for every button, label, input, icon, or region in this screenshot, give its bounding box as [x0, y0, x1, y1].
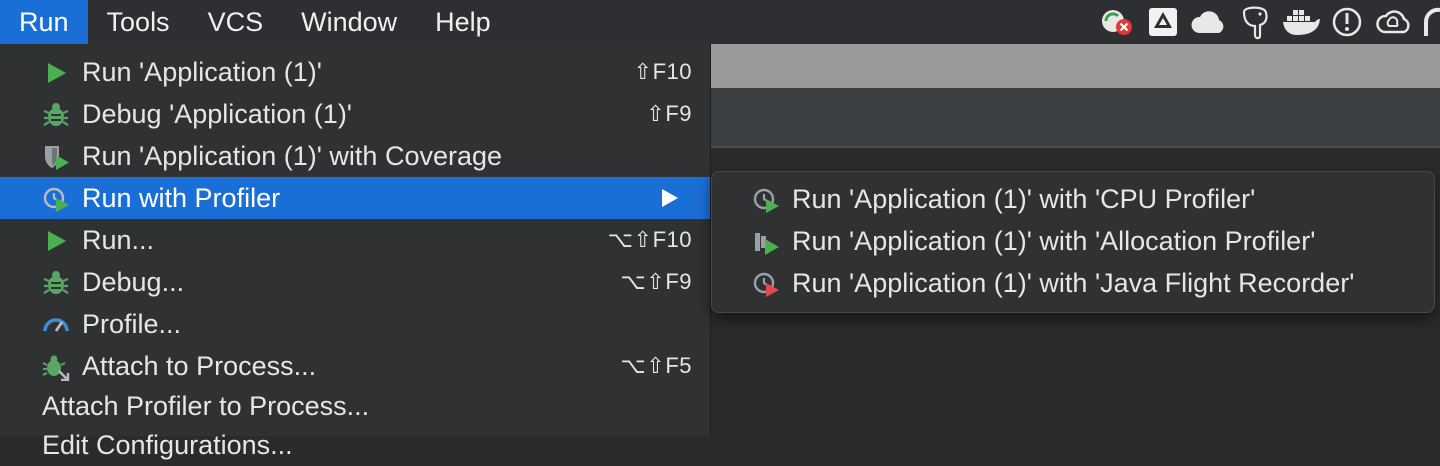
- menu-item-run-application[interactable]: Run 'Application (1)' ⇧F10: [0, 51, 710, 93]
- status-circle-icon[interactable]: [1326, 0, 1368, 44]
- menu-help[interactable]: Help: [416, 0, 510, 44]
- menu-item-debug-application[interactable]: Debug 'Application (1)' ⇧F9: [0, 93, 710, 135]
- run-icon: [48, 63, 66, 83]
- submenu-item-label: Run 'Application (1)' with 'Java Flight …: [792, 267, 1355, 298]
- google-drive-icon[interactable]: [1142, 0, 1184, 44]
- menu-item-label: Debug...: [82, 266, 185, 297]
- submenu-item-label: Run 'Application (1)' with 'CPU Profiler…: [792, 183, 1256, 214]
- creative-cloud-icon[interactable]: [1372, 0, 1414, 44]
- menu-item-label: Run...: [82, 224, 155, 255]
- menu-item-label: Run 'Application (1)' with Coverage: [82, 140, 503, 171]
- coverage-icon: [45, 146, 69, 170]
- submenu-item-label: Run 'Application (1)' with 'Allocation P…: [792, 225, 1316, 256]
- menu-vcs[interactable]: VCS: [189, 0, 283, 44]
- cloud-icon[interactable]: [1188, 0, 1230, 44]
- menu-tools[interactable]: Tools: [88, 0, 189, 44]
- sync-error-icon[interactable]: [1096, 0, 1138, 44]
- shortcut-label: ⇧F9: [646, 101, 692, 126]
- gauge-icon: [43, 318, 69, 332]
- run-icon: [48, 231, 66, 251]
- menu-item-label: Run 'Application (1)': [82, 56, 322, 87]
- menu-item-label: Profile...: [82, 308, 182, 339]
- submenu-item-java-flight-recorder[interactable]: Run 'Application (1)' with 'Java Flight …: [712, 262, 1434, 304]
- menu-item-label: Run with Profiler: [82, 182, 281, 213]
- attach-debug-icon: [42, 355, 70, 381]
- menu-window[interactable]: Window: [282, 0, 416, 44]
- menu-item-profile[interactable]: Profile...: [0, 303, 710, 345]
- menu-item-run-with-coverage[interactable]: Run 'Application (1)' with Coverage: [0, 135, 710, 177]
- shortcut-label: ⌥⇧F5: [620, 353, 692, 378]
- status-tray: [1092, 0, 1440, 44]
- debug-icon: [43, 271, 69, 294]
- menu-item-attach-to-process[interactable]: Attach to Process... ⌥⇧F5: [0, 345, 710, 387]
- run-menu: Run 'Application (1)' ⇧F10 Debug 'Applic…: [0, 44, 711, 460]
- docker-icon[interactable]: [1280, 0, 1322, 44]
- shortcut-label: ⌥⇧F9: [620, 269, 692, 294]
- menu-item-attach-profiler[interactable]: Attach Profiler to Process...: [0, 385, 710, 427]
- allocation-profiler-icon: [755, 233, 779, 255]
- elephant-icon[interactable]: [1234, 0, 1276, 44]
- menu-item-label: Edit Configurations...: [42, 429, 293, 460]
- profiler-submenu: Run 'Application (1)' with 'CPU Profiler…: [711, 171, 1435, 313]
- submenu-item-allocation-profiler[interactable]: Run 'Application (1)' with 'Allocation P…: [712, 220, 1434, 262]
- shortcut-label: ⌥⇧F10: [607, 227, 692, 252]
- debug-icon: [43, 103, 69, 126]
- menu-item-edit-configurations[interactable]: Edit Configurations...: [0, 424, 710, 466]
- partial-icon[interactable]: [1418, 0, 1440, 44]
- menu-item-run-ellipsis[interactable]: Run... ⌥⇧F10: [0, 219, 710, 261]
- shortcut-label: ⇧F10: [633, 59, 692, 84]
- submenu-arrow-icon: [662, 189, 678, 207]
- menu-run[interactable]: Run: [0, 0, 88, 44]
- menu-item-debug-ellipsis[interactable]: Debug... ⌥⇧F9: [0, 261, 710, 303]
- menu-item-label: Debug 'Application (1)': [82, 98, 352, 129]
- ide-tab-bar: [710, 88, 1440, 148]
- ide-toolbar: [710, 44, 1440, 88]
- profiler-icon: [43, 187, 69, 212]
- menu-item-label: Attach Profiler to Process...: [42, 390, 370, 421]
- submenu-item-cpu-profiler[interactable]: Run 'Application (1)' with 'CPU Profiler…: [712, 178, 1434, 220]
- menu-item-run-with-profiler[interactable]: Run with Profiler: [0, 177, 710, 219]
- flight-recorder-icon: [753, 272, 779, 297]
- cpu-profiler-icon: [753, 188, 779, 213]
- macos-menu-bar: Run Tools VCS Window Help: [0, 0, 1440, 44]
- menu-item-label: Attach to Process...: [82, 350, 317, 381]
